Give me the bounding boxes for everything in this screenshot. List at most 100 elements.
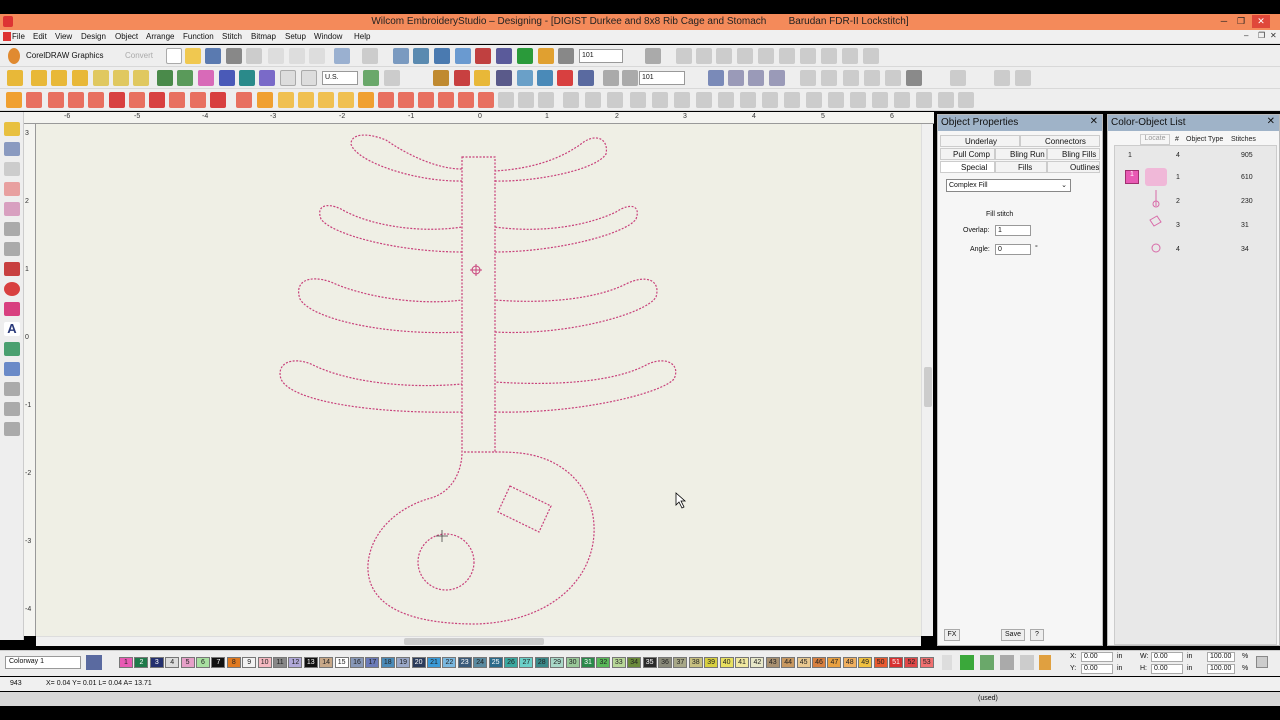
w-field[interactable]: 0.00 [1151,652,1183,662]
colorway-select[interactable]: Colorway 1 [5,656,81,669]
rib-1-right[interactable] [494,137,608,182]
palette-swatch[interactable]: 36 [658,657,672,668]
rotate-icon-2[interactable] [864,70,880,86]
stitch-type-icon-3[interactable] [48,92,64,108]
bitmap-icon-4[interactable] [557,70,573,86]
corel-graphics-label[interactable]: CorelDRAW Graphics [26,51,104,60]
stitch-type-icon-12[interactable] [236,92,252,108]
view-icon-4[interactable] [769,70,785,86]
crop-tool-icon[interactable] [4,202,20,216]
rib-2-left[interactable] [319,205,463,253]
mdi-restore-icon[interactable]: ❐ [1258,31,1265,40]
embroidery-design[interactable] [36,124,921,636]
add-color-icon[interactable] [960,655,974,670]
palette-swatch[interactable]: 7 [211,657,226,668]
palette-swatch[interactable]: 29 [550,657,565,668]
align-icon[interactable] [676,48,692,64]
palette-swatch[interactable]: 34 [627,657,642,668]
hoop-icon[interactable] [301,70,317,86]
palette-swatch[interactable]: 31 [581,657,595,668]
node-icon-19[interactable] [958,92,974,108]
palette-swatch[interactable]: 26 [504,657,518,668]
menu-bitmap[interactable]: Bitmap [251,32,276,41]
align-icon-10[interactable] [863,48,879,64]
palette-swatch[interactable]: 22 [442,657,457,668]
scale-icon-3[interactable] [1015,70,1031,86]
rib-2-right[interactable] [494,205,638,253]
zoom-box-icon[interactable] [558,48,574,64]
scale-icon-2[interactable] [994,70,1010,86]
tab-special[interactable]: Special [940,161,995,173]
undo-rotate-icon[interactable] [906,70,922,86]
tab-bling-run[interactable]: Bling Run [995,148,1047,160]
mirror-icon[interactable] [800,70,816,86]
align-icon-3[interactable] [716,48,732,64]
step-icon[interactable] [363,70,379,86]
palette-swatch[interactable]: 38 [688,657,703,668]
input-a-icon[interactable] [7,70,23,86]
stitch-angle-tool-icon[interactable] [4,242,20,256]
save-icon[interactable] [205,48,221,64]
fill-icon[interactable] [157,70,173,86]
undo-icon[interactable] [334,48,350,64]
overlap-stepper[interactable]: 1 [995,225,1031,236]
palette-scroll-icon[interactable] [942,655,952,670]
cut-icon[interactable] [268,48,284,64]
offset-tool-icon[interactable] [4,402,20,416]
thread-icon[interactable] [980,655,994,670]
node-icon-17[interactable] [916,92,932,108]
bitmap-icon-3[interactable] [537,70,553,86]
travel-icon[interactable] [393,48,409,64]
input-b-icon[interactable] [31,70,47,86]
menu-setup[interactable]: Setup [285,32,306,41]
palette-swatch[interactable]: 51 [889,657,903,668]
palette-swatch[interactable]: 49 [858,657,873,668]
close-icon[interactable]: ✕ [1252,15,1270,28]
auto-digitize-icon[interactable] [433,70,449,86]
node-icon-4[interactable] [630,92,646,108]
spectrum-icon[interactable] [1039,655,1051,670]
node-icon-2[interactable] [585,92,601,108]
palette-swatch[interactable]: 52 [904,657,919,668]
mdi-close-icon[interactable]: ✕ [1270,31,1277,40]
node-icon-8[interactable] [718,92,734,108]
start-end-tool-icon[interactable] [4,222,20,236]
menu-stitch[interactable]: Stitch [222,32,242,41]
stitch-type-icon-6[interactable] [109,92,125,108]
stitch-type-icon-16[interactable] [318,92,334,108]
palette-swatch[interactable]: 27 [519,657,534,668]
copy-icon[interactable] [289,48,305,64]
palette-swatch[interactable]: 21 [427,657,441,668]
stomach-circle[interactable] [417,533,475,591]
palette-swatch[interactable]: 2 [134,657,149,668]
ellipse-tool-icon[interactable] [4,282,20,296]
node-icon-3[interactable] [607,92,623,108]
stitch-type-icon-8[interactable] [149,92,165,108]
stitch-player-icon[interactable] [413,48,429,64]
units-select[interactable]: U.S. [322,71,358,85]
menu-edit[interactable]: Edit [33,32,47,41]
object-list[interactable]: 1 4 905 1 1 610 2 230 3 31 4 34 [1114,145,1277,645]
bitmap-icon[interactable] [496,70,512,86]
palette-swatch[interactable]: 47 [827,657,842,668]
bitmap-icon-5[interactable] [578,70,594,86]
view-icon[interactable] [708,70,724,86]
palette-swatch[interactable]: 17 [365,657,380,668]
rotate-icon[interactable] [843,70,859,86]
minimize-icon[interactable]: ─ [1217,15,1231,28]
menu-view[interactable]: View [55,32,72,41]
align-icon-8[interactable] [821,48,837,64]
monogram-tool-icon[interactable] [4,342,20,356]
mirror-icon-2[interactable] [821,70,837,86]
zoom-field[interactable]: 101 [579,49,623,63]
menu-function[interactable]: Function [183,32,214,41]
color-swatch[interactable]: 1 [1125,170,1139,184]
restore-icon[interactable]: ❐ [1234,15,1248,28]
y-field[interactable]: 0.00 [1081,664,1113,674]
needle-tool-icon[interactable] [4,262,20,276]
node-icon-5[interactable] [652,92,668,108]
photo-flash-icon[interactable] [454,70,470,86]
column-icon[interactable] [133,70,149,86]
palette-swatch[interactable]: 15 [334,657,349,668]
palette-swatch[interactable]: 40 [719,657,734,668]
